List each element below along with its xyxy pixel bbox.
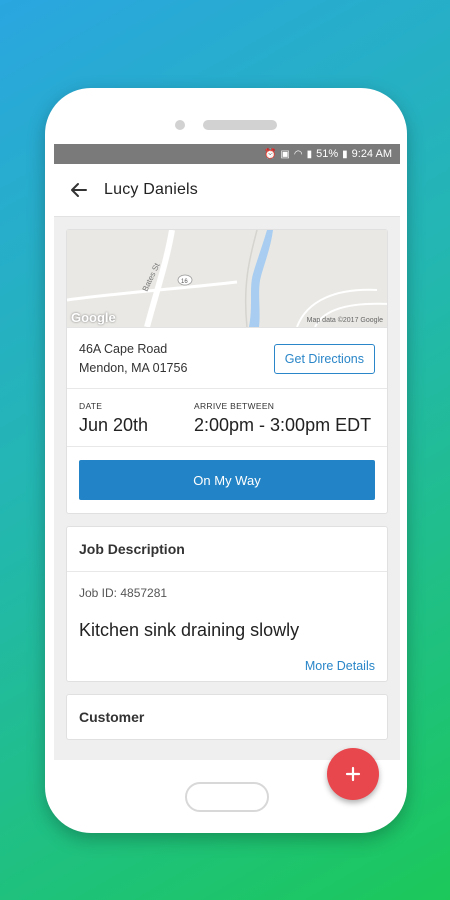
battery-level: 51% — [316, 148, 339, 160]
address-line-1: 46A Cape Road — [79, 342, 168, 356]
customer-heading: Customer — [79, 709, 145, 725]
vibrate-icon: ▣ — [280, 148, 290, 160]
app-bar: Lucy Daniels — [54, 164, 400, 217]
add-fab-button[interactable] — [327, 748, 379, 800]
map-copyright: Map data ©2017 Google — [306, 317, 383, 324]
page-title: Lucy Daniels — [104, 181, 199, 198]
google-logo: Google — [71, 310, 116, 325]
arrive-label: ARRIVE BETWEEN — [194, 401, 275, 411]
earpiece-speaker — [203, 120, 277, 130]
battery-icon: ▮ — [342, 148, 348, 160]
content-area: Bates St 16 Google Map data ©2017 Google… — [54, 217, 400, 740]
app-screen: ⏰ ▣ ◠ ▮ 51% ▮ 9:24 AM Lucy Daniels Bates… — [54, 144, 400, 760]
signal-icon: ▮ — [306, 148, 313, 160]
date-label: DATE — [79, 401, 103, 411]
phone-frame: ⏰ ▣ ◠ ▮ 51% ▮ 9:24 AM Lucy Daniels Bates… — [45, 88, 407, 833]
appointment-card: Bates St 16 Google Map data ©2017 Google… — [66, 229, 388, 514]
front-camera — [175, 120, 185, 130]
arrival-window-block: ARRIVE BETWEEN 2:00pm - 3:00pm EDT — [194, 401, 371, 446]
more-details-link[interactable]: More Details — [67, 641, 387, 681]
job-title: Kitchen sink draining slowly — [79, 620, 300, 640]
map-view[interactable]: Bates St 16 Google Map data ©2017 Google — [67, 230, 387, 328]
date-block: DATE Jun 20th — [79, 401, 194, 446]
date-value: Jun 20th — [79, 415, 149, 435]
back-button[interactable] — [54, 164, 104, 216]
address-line-2: Mendon, MA 01756 — [79, 361, 188, 375]
job-description-heading: Job Description — [67, 527, 387, 572]
schedule-row: DATE Jun 20th ARRIVE BETWEEN 2:00pm - 3:… — [67, 389, 387, 447]
on-my-way-wrap: On My Way — [67, 447, 387, 513]
customer-card: Customer — [66, 694, 388, 740]
job-id: Job ID: 4857281 — [79, 586, 168, 600]
arrive-value: 2:00pm - 3:00pm EDT — [194, 415, 372, 435]
wifi-icon: ◠ — [293, 148, 303, 160]
on-my-way-button[interactable]: On My Way — [79, 460, 375, 500]
arrow-left-icon — [71, 183, 87, 197]
job-card: Job Description Job ID: 4857281 Kitchen … — [66, 526, 388, 682]
address: 46A Cape Road Mendon, MA 01756 — [79, 340, 187, 378]
get-directions-button[interactable]: Get Directions — [273, 344, 375, 374]
plus-icon — [345, 766, 361, 782]
status-bar: ⏰ ▣ ◠ ▮ 51% ▮ 9:24 AM — [54, 144, 400, 164]
alarm-icon: ⏰ — [263, 148, 277, 160]
map-route-shield: 16 — [181, 279, 188, 285]
address-row: 46A Cape Road Mendon, MA 01756 Get Direc… — [67, 328, 387, 389]
status-time: 9:24 AM — [351, 148, 392, 160]
home-button[interactable] — [185, 782, 269, 812]
